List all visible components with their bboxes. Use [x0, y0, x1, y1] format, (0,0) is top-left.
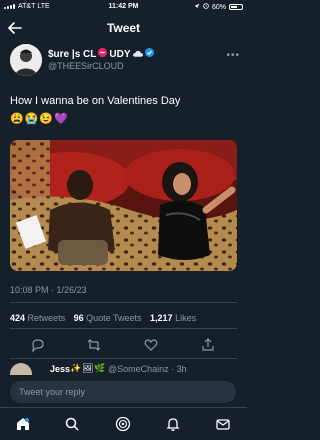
- media-image: [10, 140, 237, 271]
- purple-heart-emoji: 💜: [54, 113, 68, 125]
- battery-percent: 60%: [211, 3, 226, 11]
- cloud-icon: [132, 49, 143, 60]
- weary-face-emoji: 😩: [10, 113, 24, 125]
- like-label[interactable]: Likes: [175, 313, 196, 323]
- avatar[interactable]: [10, 44, 42, 76]
- stop-sign-icon: [98, 48, 108, 60]
- tweet-stats: 424 Retweets 96 Quote Tweets 1,217 Likes: [10, 313, 202, 323]
- share-icon[interactable]: [200, 337, 216, 353]
- reply-avatar[interactable]: [10, 363, 32, 375]
- quote-label[interactable]: Quote Tweets: [86, 313, 141, 323]
- display-name[interactable]: $ure |s CL UDY: [48, 48, 154, 60]
- reply-author-meta: @SomeChainz · 3h: [108, 364, 187, 374]
- quote-count[interactable]: 96: [74, 313, 84, 323]
- divider: [10, 302, 237, 303]
- alarm-icon: [203, 3, 209, 11]
- spaces-icon[interactable]: [115, 416, 131, 432]
- tweet-header: Tweet: [0, 15, 247, 41]
- retweet-icon[interactable]: [86, 337, 102, 353]
- search-icon[interactable]: [64, 416, 80, 432]
- more-icon[interactable]: •••: [226, 50, 240, 61]
- tweet-actions: [10, 337, 237, 353]
- verified-badge-icon: [144, 48, 154, 60]
- battery-fill: [231, 6, 237, 8]
- picture-icon: 🖼: [82, 363, 94, 373]
- tweet-emojis: 😩 😭 😉 💜: [10, 112, 68, 125]
- divider: [10, 358, 237, 359]
- tweet-author: $ure |s CL UDY @THEESirCLOUD •••: [10, 44, 240, 76]
- display-name-tail: UDY: [109, 48, 131, 60]
- like-count[interactable]: 1,217: [150, 313, 173, 323]
- retweet-label[interactable]: Retweets: [28, 313, 66, 323]
- divider: [10, 328, 237, 329]
- reply-icon[interactable]: [30, 337, 46, 353]
- reply-author-name: Jess: [50, 364, 71, 374]
- messages-icon[interactable]: [215, 416, 231, 432]
- display-name-text: $ure |s CL: [48, 48, 97, 60]
- tweet-text: How I wanna be on Valentines Day: [10, 95, 181, 107]
- crying-face-emoji: 😭: [24, 113, 39, 125]
- tweet-timestamp: 10:08 PM · 1/26/23: [10, 285, 87, 295]
- status-bar: AT&T LTE 11:42 PM 60%: [0, 0, 247, 14]
- handle[interactable]: @THEESirCLOUD: [48, 61, 124, 71]
- bottom-tab-bar: [0, 407, 247, 440]
- reply-input[interactable]: Tweet your reply: [10, 381, 236, 403]
- plant-icon: 🌿: [94, 363, 106, 373]
- reply-preview[interactable]: Jess ✨ 🖼 🌿 @SomeChainz · 3h: [10, 363, 237, 375]
- sparkle-icon: ✨: [70, 363, 82, 373]
- reply-placeholder: Tweet your reply: [19, 387, 86, 397]
- like-icon[interactable]: [143, 337, 159, 353]
- notifications-icon[interactable]: [165, 416, 181, 432]
- tweet-media[interactable]: [10, 140, 237, 271]
- page-title: Tweet: [106, 21, 141, 35]
- home-icon[interactable]: [15, 416, 31, 432]
- status-bar-right: 60%: [194, 3, 243, 11]
- location-icon: [194, 3, 200, 11]
- battery-icon: [229, 4, 243, 10]
- retweet-count[interactable]: 424: [10, 313, 25, 323]
- winking-face-emoji: 😉: [39, 113, 54, 125]
